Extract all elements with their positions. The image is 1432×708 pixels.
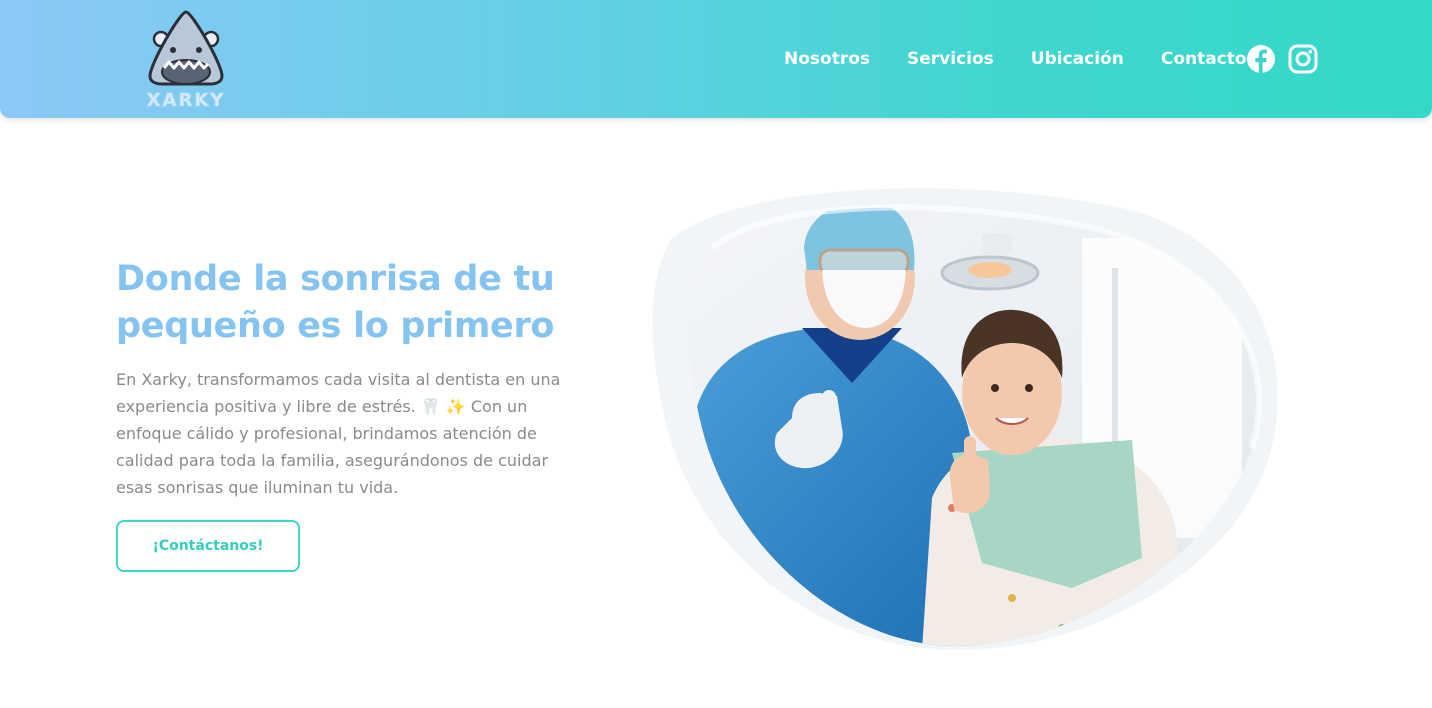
nav-item-servicios[interactable]: Servicios	[907, 49, 994, 69]
facebook-icon[interactable]	[1246, 44, 1276, 74]
dentist-with-girl-photo	[652, 188, 1278, 650]
nav-item-ubicacion[interactable]: Ubicación	[1031, 49, 1124, 69]
site-header: XARKY Nosotros Servicios Ubicación Conta…	[0, 0, 1432, 118]
hero-description: En Xarky, transformamos cada visita al d…	[116, 370, 561, 497]
brand-wordmark: XARKY	[146, 90, 226, 112]
hero-title: Donde la sonrisa de tu pequeño es lo pri…	[116, 256, 576, 350]
hero-title-line-1: Donde la sonrisa de tu	[116, 259, 555, 299]
main-nav: Nosotros Servicios Ubicación Contacto	[784, 46, 1247, 72]
hero-title-line-2: pequeño es lo primero	[116, 306, 555, 346]
nav-item-nosotros[interactable]: Nosotros	[784, 49, 870, 69]
instagram-icon[interactable]	[1288, 44, 1318, 74]
social-links	[1246, 44, 1318, 74]
nav-item-contacto[interactable]: Contacto	[1161, 49, 1247, 69]
xarky-logo[interactable]: XARKY	[140, 8, 232, 112]
contact-us-button[interactable]: ¡Contáctanos!	[116, 520, 300, 572]
shark-mascot-icon	[148, 10, 224, 86]
